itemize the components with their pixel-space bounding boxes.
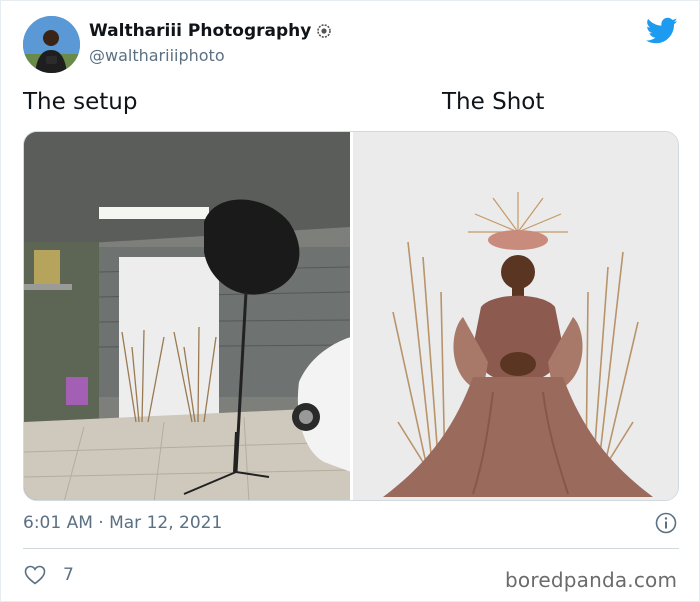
setup-label: The setup <box>23 89 138 115</box>
sunflower-badge-icon <box>317 24 332 38</box>
author-display-name[interactable]: Walthariii Photography <box>89 21 311 41</box>
shot-photo-image <box>352 132 678 500</box>
twitter-bird-icon[interactable] <box>646 17 678 45</box>
tweet-timestamp[interactable]: 6:01 AM · Mar 12, 2021 <box>23 513 222 533</box>
avatar-image <box>23 16 80 73</box>
info-icon[interactable] <box>654 511 678 535</box>
like-action[interactable]: 7 <box>23 563 74 587</box>
setup-photo-image <box>24 132 350 500</box>
author-name-row[interactable]: Walthariii Photography <box>89 21 332 41</box>
source-watermark: boredpanda.com <box>505 568 678 592</box>
heart-icon[interactable] <box>23 563 47 587</box>
like-count: 7 <box>63 565 74 585</box>
footer-divider <box>23 548 679 549</box>
avatar[interactable] <box>23 16 80 73</box>
shot-label: The Shot <box>442 89 545 115</box>
tweet-media[interactable] <box>23 131 679 501</box>
shot-photo[interactable] <box>352 132 678 500</box>
tweet-card: Walthariii Photography @walthariiiphoto … <box>0 0 700 602</box>
author-handle[interactable]: @walthariiiphoto <box>89 46 225 65</box>
setup-photo[interactable] <box>24 132 350 500</box>
